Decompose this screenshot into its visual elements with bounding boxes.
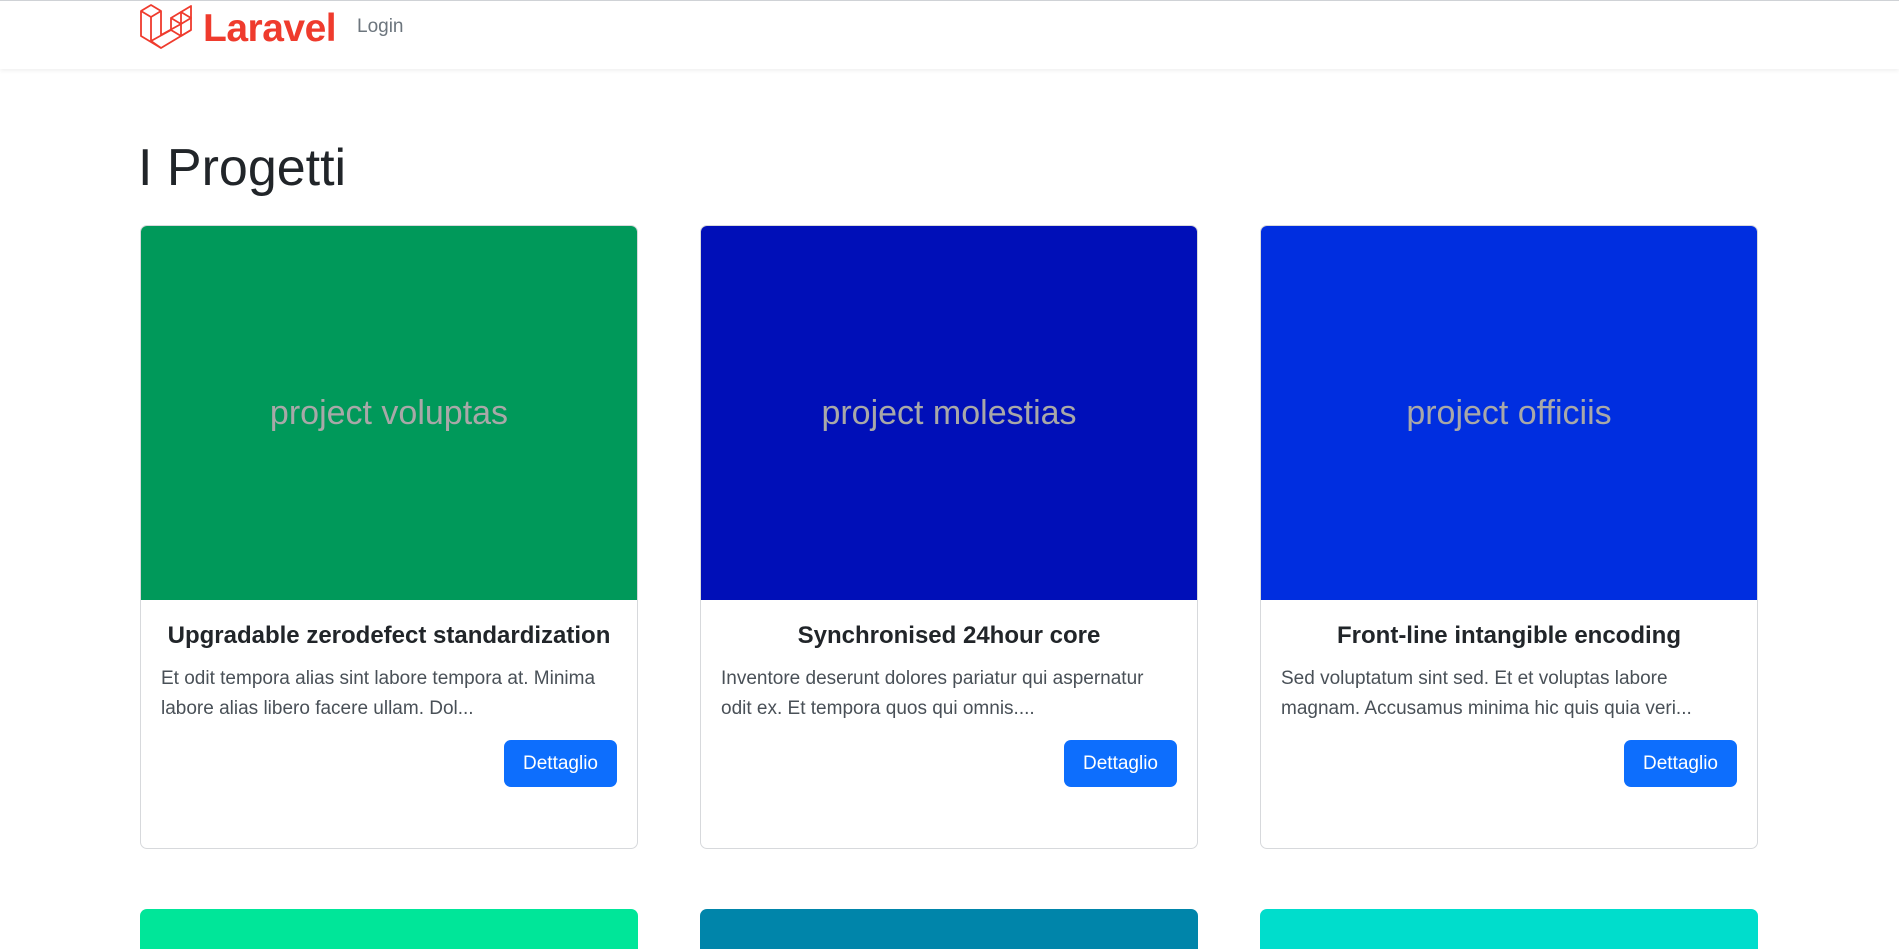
project-excerpt: Et odit tempora alias sint labore tempor… [161,668,596,719]
detail-button[interactable]: Dettaglio [504,740,617,787]
project-image: project officiis [1261,226,1757,600]
next-project-card-image [1260,909,1758,949]
navbar: Laravel Login [0,0,1899,69]
detail-button[interactable]: Dettaglio [1064,740,1177,787]
next-project-card-image [140,909,638,949]
card-body: Front-line intangible encoding Sed volup… [1261,622,1757,724]
brand-link[interactable]: Laravel [139,1,337,55]
project-image: project molestias [701,226,1197,600]
project-image-label: project voluptas [269,393,509,432]
project-excerpt: Sed voluptatum sint sed. Et et voluptas … [1281,668,1692,719]
login-link[interactable]: Login [357,16,404,38]
detail-button[interactable]: Dettaglio [1624,740,1737,787]
project-image-label: project molestias [821,393,1077,432]
card-body: Upgradable zerodefect standardization Et… [141,622,637,724]
project-card: project voluptas Upgradable zerodefect s… [140,225,638,849]
project-title: Upgradable zerodefect standardization [167,622,611,649]
project-card: project molestias Synchronised 24hour co… [700,225,1198,849]
brand-name: Laravel [203,6,337,50]
project-title: Front-line intangible encoding [1337,622,1681,649]
project-image: project voluptas [141,226,637,600]
project-card: project officiis Front-line intangible e… [1260,225,1758,849]
project-excerpt: Inventore deserunt dolores pariatur qui … [721,668,1144,719]
page-title: I Progetti [138,139,347,197]
project-image-label: project officiis [1406,393,1612,432]
laravel-logo-icon [140,4,192,49]
card-body: Synchronised 24hour core Inventore deser… [701,622,1197,724]
project-title: Synchronised 24hour core [797,622,1101,649]
next-project-card-image [700,909,1198,949]
